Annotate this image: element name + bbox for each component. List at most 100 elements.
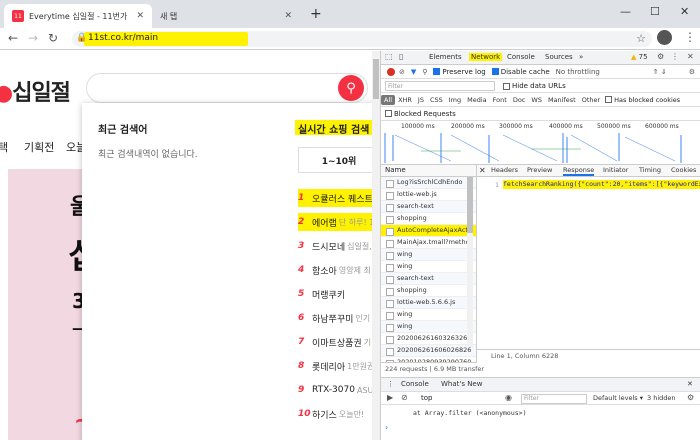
device-toolbar-icon[interactable]: ▯ xyxy=(399,52,403,61)
network-request-row[interactable]: wing xyxy=(381,261,476,273)
network-request-row[interactable]: wing xyxy=(381,321,476,333)
tab-cookies[interactable]: Cookies xyxy=(671,166,696,174)
network-request-row[interactable]: lottie-web.js xyxy=(381,189,476,201)
inspect-icon[interactable]: ⬚ xyxy=(385,52,393,61)
tab-elements[interactable]: Elements xyxy=(429,53,462,61)
site-logo[interactable]: ●십일절 xyxy=(0,75,71,107)
profile-avatar-icon[interactable] xyxy=(657,30,672,45)
tab-new[interactable]: 새 탭 ✕ xyxy=(152,4,300,28)
reload-icon[interactable]: ↻ xyxy=(48,31,58,45)
close-tab-icon[interactable]: ✕ xyxy=(284,11,292,21)
more-tabs[interactable]: » xyxy=(579,53,583,61)
type-xhr[interactable]: XHR xyxy=(395,95,415,105)
ranking-item[interactable]: 6 하남쭈꾸미 인기 xyxy=(298,309,380,327)
network-request-row[interactable]: search-text xyxy=(381,273,476,285)
tab-network[interactable]: Network xyxy=(469,53,503,61)
ranking-item[interactable]: 3 드시모네 십일절, xyxy=(298,237,380,255)
filter-icon[interactable]: ▼ xyxy=(411,68,416,76)
tab-preview[interactable]: Preview xyxy=(527,166,552,174)
name-column-header[interactable]: Name xyxy=(381,165,476,177)
ranking-item[interactable]: 7 이마트상품권 기 xyxy=(298,333,380,351)
tab-initiator[interactable]: Initiator xyxy=(603,166,628,174)
nav-item[interactable]: 기획전 xyxy=(24,139,54,155)
network-request-row[interactable]: 202006261606026826 xyxy=(381,345,476,357)
network-request-row[interactable]: MainAjax.tmall?metho xyxy=(381,237,476,249)
tab-headers[interactable]: Headers xyxy=(491,166,518,174)
disable-cache-checkbox[interactable] xyxy=(491,68,499,75)
network-request-row[interactable]: search-text xyxy=(381,201,476,213)
network-request-row[interactable]: Log?isSrchlCdhEndo xyxy=(381,177,476,189)
network-request-row[interactable]: wing xyxy=(381,309,476,321)
chrome-menu-icon[interactable]: ⋮ xyxy=(684,30,696,44)
console-sidebar-icon[interactable]: ▶ xyxy=(387,393,393,402)
network-overview[interactable]: 100000 ms 200000 ms 300000 ms 400000 ms … xyxy=(381,121,700,165)
close-devtools-icon[interactable]: ✕ xyxy=(687,52,694,61)
ranking-item[interactable]: 9 RTX-3070 ASUS xyxy=(298,381,380,399)
drawer-menu-icon[interactable]: ⋮ xyxy=(387,380,394,388)
console-filter-input[interactable]: Filter xyxy=(521,394,587,404)
console-settings-icon[interactable]: ⚙ xyxy=(687,393,694,402)
scroll-thumb[interactable] xyxy=(373,59,379,99)
network-settings-icon[interactable]: ⚙ xyxy=(689,68,695,76)
type-doc[interactable]: Doc xyxy=(510,95,529,105)
settings-icon[interactable]: ⚙ xyxy=(657,52,664,61)
lock-icon[interactable]: 🔒 xyxy=(76,33,87,43)
record-icon[interactable] xyxy=(387,67,395,76)
nav-item[interactable]: 택 xyxy=(0,139,8,155)
page-scrollbar[interactable] xyxy=(372,51,380,440)
ranking-item[interactable]: 10 하기스 오늘만! xyxy=(298,405,380,423)
promo-banner[interactable]: 울 십 3 — ~ xyxy=(8,169,99,440)
type-font[interactable]: Font xyxy=(490,95,510,105)
type-manifest[interactable]: Manifest xyxy=(545,95,579,105)
new-tab-icon[interactable]: + xyxy=(310,6,322,22)
network-request-row[interactable]: AutoCompleteAjaxActi xyxy=(381,225,476,237)
request-list-scrollbar[interactable] xyxy=(467,177,473,347)
context-select[interactable]: top xyxy=(421,394,432,402)
address-bar[interactable]: 🔒 11st.co.kr/main ☆ xyxy=(72,31,652,47)
search-button[interactable]: ⚲ xyxy=(338,75,364,101)
warnings-badge[interactable]: ▲ 75 xyxy=(631,53,648,61)
console-prompt-icon[interactable]: › xyxy=(385,423,388,432)
network-filter-input[interactable]: Filter xyxy=(385,81,495,91)
tab-timing[interactable]: Timing xyxy=(639,166,661,174)
tab-console[interactable]: Console xyxy=(507,53,535,61)
search-input[interactable] xyxy=(86,73,368,103)
type-css[interactable]: CSS xyxy=(427,95,446,105)
tab-11st[interactable]: 11 Everytime 십일절 - 11번가 ✕ xyxy=(4,4,152,28)
maximize-icon[interactable]: ☐ xyxy=(650,5,660,18)
type-media[interactable]: Media xyxy=(464,95,490,105)
clear-console-icon[interactable]: ⊘ xyxy=(401,393,408,402)
ranking-item[interactable]: 4 함소아 영양제 최 xyxy=(298,261,380,279)
tab-console-drawer[interactable]: Console xyxy=(401,380,429,388)
hide-data-urls[interactable]: Hide data URLs xyxy=(503,82,566,90)
ranking-item[interactable]: 1 오큘러스 퀘스트 xyxy=(298,189,380,207)
rank-range-button[interactable]: 1~10위 xyxy=(298,147,380,173)
preserve-log-checkbox[interactable] xyxy=(433,68,441,75)
ranking-item[interactable]: 8 롯데리아 1만원권 xyxy=(298,357,380,375)
ranking-item[interactable]: 5 머랭쿠키 xyxy=(298,285,380,303)
throttling-select[interactable]: No throttling xyxy=(556,68,600,76)
back-icon[interactable]: ← xyxy=(8,31,18,45)
network-request-row[interactable]: wing xyxy=(381,249,476,261)
response-body[interactable]: 1 fetchSearchRanking({"count":20,"items"… xyxy=(477,177,700,349)
type-js[interactable]: JS xyxy=(415,95,427,105)
close-detail-icon[interactable]: ✕ xyxy=(479,166,486,175)
minimize-icon[interactable]: — xyxy=(620,5,631,18)
import-export-icon[interactable]: ⇑ ⇓ xyxy=(653,68,667,76)
clear-icon[interactable]: ⊘ xyxy=(399,68,405,76)
tab-sources[interactable]: Sources xyxy=(545,53,573,61)
close-drawer-icon[interactable]: ✕ xyxy=(687,380,693,388)
devtools-menu-icon[interactable]: ⋮ xyxy=(671,52,679,61)
type-all[interactable]: All xyxy=(381,94,396,105)
bookmark-star-icon[interactable]: ☆ xyxy=(636,32,646,45)
search-icon[interactable]: ⚲ xyxy=(422,68,427,76)
close-tab-icon[interactable]: ✕ xyxy=(136,11,144,21)
type-ws[interactable]: WS xyxy=(528,95,545,105)
network-request-row[interactable]: 202006261603263264 xyxy=(381,333,476,345)
blocked-cookies-checkbox[interactable] xyxy=(605,96,613,103)
network-request-row[interactable]: lottie-web.5.6.6.js xyxy=(381,297,476,309)
network-request-row[interactable]: shopping xyxy=(381,213,476,225)
tab-response[interactable]: Response xyxy=(563,166,595,176)
type-other[interactable]: Other xyxy=(579,95,603,105)
forward-icon[interactable]: → xyxy=(28,31,38,45)
